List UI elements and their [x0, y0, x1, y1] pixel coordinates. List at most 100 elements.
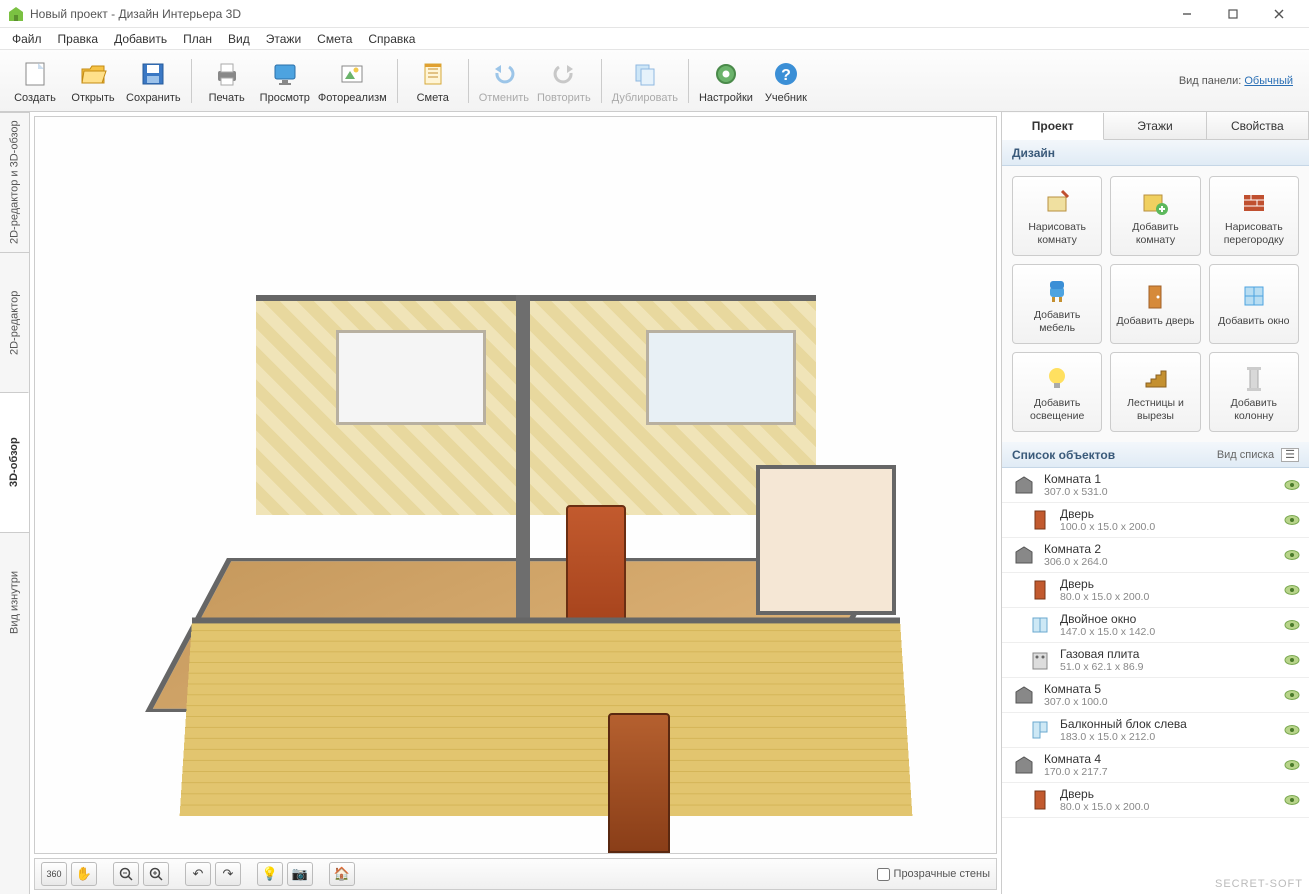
menubar: Файл Правка Добавить План Вид Этажи Смет… — [0, 28, 1309, 50]
transparent-walls-checkbox[interactable]: Прозрачные стены — [877, 868, 990, 881]
rotate-left-button[interactable]: ↶ — [185, 862, 211, 886]
visibility-toggle-icon[interactable] — [1283, 584, 1301, 596]
visibility-toggle-icon[interactable] — [1283, 479, 1301, 491]
undo-button[interactable]: Отменить — [475, 53, 533, 109]
design-section-header: Дизайн — [1002, 140, 1309, 166]
photo-icon — [336, 58, 368, 90]
visibility-toggle-icon[interactable] — [1283, 514, 1301, 526]
visibility-toggle-icon[interactable] — [1283, 654, 1301, 666]
home-button[interactable]: 🏠 — [329, 862, 355, 886]
duplicate-button[interactable]: Дублировать — [608, 53, 682, 109]
redo-button[interactable]: Повторить — [533, 53, 595, 109]
titlebar: Новый проект - Дизайн Интерьера 3D — [0, 0, 1309, 28]
toolbar-separator — [191, 59, 192, 103]
menu-plan[interactable]: План — [175, 30, 220, 48]
list-item[interactable]: Комната 1307.0 x 531.0 — [1002, 468, 1309, 503]
tab-project[interactable]: Проект — [1002, 113, 1104, 140]
notepad-icon — [417, 58, 449, 90]
list-item[interactable]: Дверь80.0 x 15.0 x 200.0 — [1002, 573, 1309, 608]
help-button[interactable]: ? Учебник — [757, 53, 815, 109]
object-name: Двойное окно — [1060, 612, 1283, 626]
objects-section-header: Список объектов Вид списка ☰ — [1002, 442, 1309, 468]
stairs-button[interactable]: Лестницы и вырезы — [1110, 352, 1200, 432]
draw-room-button[interactable]: Нарисовать комнату — [1012, 176, 1102, 256]
visibility-toggle-icon[interactable] — [1283, 794, 1301, 806]
monitor-icon — [269, 58, 301, 90]
object-dimensions: 307.0 x 100.0 — [1044, 696, 1283, 708]
folder-open-icon — [77, 58, 109, 90]
list-item[interactable]: Комната 4170.0 x 217.7 — [1002, 748, 1309, 783]
camera-button[interactable]: 📷 — [287, 862, 313, 886]
list-item[interactable]: Балконный блок слева183.0 x 15.0 x 212.0 — [1002, 713, 1309, 748]
settings-button[interactable]: Настройки — [695, 53, 757, 109]
menu-add[interactable]: Добавить — [106, 30, 175, 48]
door-icon — [1028, 578, 1052, 602]
panel-view-link[interactable]: Обычный — [1244, 75, 1293, 87]
object-name: Комната 5 — [1044, 682, 1283, 696]
visibility-toggle-icon[interactable] — [1283, 724, 1301, 736]
object-dimensions: 307.0 x 531.0 — [1044, 486, 1283, 498]
toolbar-separator — [688, 59, 689, 103]
stove-icon — [1028, 648, 1052, 672]
add-furniture-button[interactable]: Добавить мебель — [1012, 264, 1102, 344]
add-window-button[interactable]: Добавить окно — [1209, 264, 1299, 344]
preview-button[interactable]: Просмотр — [256, 53, 314, 109]
maximize-button[interactable] — [1211, 0, 1255, 28]
list-view-toggle-icon[interactable]: ☰ — [1281, 448, 1299, 462]
room-3d-render — [136, 175, 896, 795]
menu-help[interactable]: Справка — [360, 30, 423, 48]
zoom-out-button[interactable] — [113, 862, 139, 886]
object-dimensions: 80.0 x 15.0 x 200.0 — [1060, 591, 1283, 603]
tab-floors[interactable]: Этажи — [1104, 112, 1206, 139]
open-button[interactable]: Открыть — [64, 53, 122, 109]
estimate-button[interactable]: Смета — [404, 53, 462, 109]
pan-button[interactable]: ✋ — [71, 862, 97, 886]
tab-3d-review[interactable]: 3D-обзор — [0, 392, 29, 532]
zoom-in-button[interactable] — [143, 862, 169, 886]
save-button[interactable]: Сохранить — [122, 53, 185, 109]
visibility-toggle-icon[interactable] — [1283, 689, 1301, 701]
printer-icon — [211, 58, 243, 90]
menu-file[interactable]: Файл — [4, 30, 50, 48]
tab-properties[interactable]: Свойства — [1207, 112, 1309, 139]
tab-inside-view[interactable]: Вид изнутри — [0, 532, 29, 672]
create-button[interactable]: Создать — [6, 53, 64, 109]
photorealism-button[interactable]: Фотореализм — [314, 53, 391, 109]
menu-edit[interactable]: Правка — [50, 30, 107, 48]
tab-2d-editor[interactable]: 2D-редактор — [0, 252, 29, 392]
toolbar: Создать Открыть Сохранить Печать Просмот… — [0, 50, 1309, 112]
add-light-button[interactable]: Добавить освещение — [1012, 352, 1102, 432]
object-dimensions: 306.0 x 264.0 — [1044, 556, 1283, 568]
menu-view[interactable]: Вид — [220, 30, 258, 48]
rotate-360-button[interactable]: 360 — [41, 862, 67, 886]
list-item[interactable]: Комната 2306.0 x 264.0 — [1002, 538, 1309, 573]
draw-partition-button[interactable]: Нарисовать перегородку — [1209, 176, 1299, 256]
visibility-toggle-icon[interactable] — [1283, 759, 1301, 771]
tab-2d-3d-editor[interactable]: 2D-редактор и 3D-обзор — [0, 112, 29, 252]
print-button[interactable]: Печать — [198, 53, 256, 109]
list-item[interactable]: Дверь100.0 x 15.0 x 200.0 — [1002, 503, 1309, 538]
minimize-button[interactable] — [1165, 0, 1209, 28]
light-button[interactable]: 💡 — [257, 862, 283, 886]
menu-floors[interactable]: Этажи — [258, 30, 309, 48]
list-item[interactable]: Комната 5307.0 x 100.0 — [1002, 678, 1309, 713]
door-icon — [1028, 788, 1052, 812]
viewport-3d[interactable] — [34, 116, 997, 854]
object-name: Комната 1 — [1044, 472, 1283, 486]
close-button[interactable] — [1257, 0, 1301, 28]
list-item[interactable]: Дверь80.0 x 15.0 x 200.0 — [1002, 783, 1309, 818]
toolbar-separator — [397, 59, 398, 103]
add-door-button[interactable]: Добавить дверь — [1110, 264, 1200, 344]
add-room-button[interactable]: Добавить комнату — [1110, 176, 1200, 256]
toolbar-separator — [601, 59, 602, 103]
rotate-right-button[interactable]: ↷ — [215, 862, 241, 886]
add-column-button[interactable]: Добавить колонну — [1209, 352, 1299, 432]
object-name: Дверь — [1060, 787, 1283, 801]
visibility-toggle-icon[interactable] — [1283, 619, 1301, 631]
object-name: Газовая плита — [1060, 647, 1283, 661]
right-panel: Проект Этажи Свойства Дизайн Нарисовать … — [1001, 112, 1309, 894]
list-item[interactable]: Газовая плита51.0 x 62.1 x 86.9 — [1002, 643, 1309, 678]
menu-estimate[interactable]: Смета — [309, 30, 360, 48]
list-item[interactable]: Двойное окно147.0 x 15.0 x 142.0 — [1002, 608, 1309, 643]
visibility-toggle-icon[interactable] — [1283, 549, 1301, 561]
